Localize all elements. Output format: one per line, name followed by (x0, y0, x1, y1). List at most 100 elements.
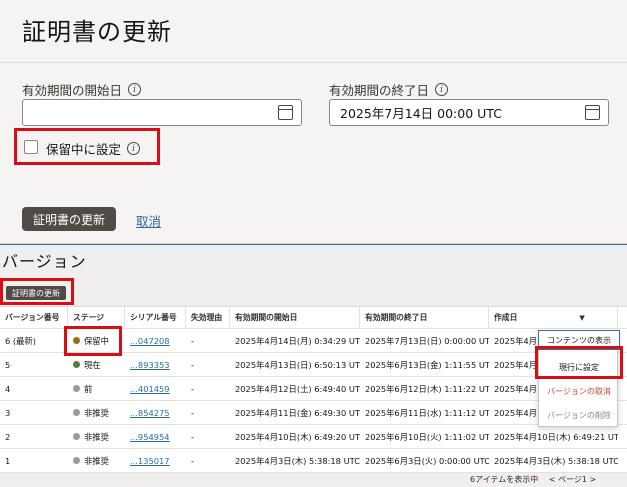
version-number: 6 (最新) (5, 335, 36, 346)
end-date-input[interactable]: 2025年7月14日 00:00 UTC (329, 99, 609, 126)
page-title: 証明書の更新 (22, 18, 172, 46)
start-cell: 2025年4月3日(木) 5:38:18 UTC (235, 455, 360, 466)
section-divider (0, 244, 627, 245)
serial-cell: ...047208 (125, 329, 186, 352)
row-actions-icon[interactable]: ⋮ (618, 377, 627, 400)
version-cell: 4 (5, 383, 11, 394)
table-row[interactable]: 2 非推奨 ...954954 - 2025年4月10日(木) 6:49:20 … (0, 425, 627, 449)
serial-link[interactable]: ...893353 (130, 360, 170, 370)
hold-label: 保留中に設定 i (46, 139, 141, 158)
stage-cell: 前 (68, 377, 125, 400)
table-row[interactable]: 3 非推奨 ...854275 - 2025年4月11日(金) 6:49:30 … (0, 401, 627, 425)
reason-cell: - (191, 431, 194, 442)
serial-cell: ...854275 (125, 401, 186, 424)
table-row[interactable]: 5 現在 ...893353 - 2025年4月13日(日) 6:50:13 U… (0, 353, 627, 377)
column-header-start[interactable]: 有効期間の開始日 (230, 307, 360, 328)
stage-text: 現在 (84, 359, 101, 370)
title-divider (0, 62, 627, 63)
end-cell: 2025年6月3日(火) 0:00:00 UTC (365, 455, 489, 466)
column-header-serial[interactable]: シリアル番号 (125, 307, 186, 328)
serial-cell: ...954954 (125, 425, 186, 448)
hold-checkbox[interactable] (24, 140, 38, 154)
highlight-box (535, 346, 623, 379)
serial-cell: ...135017 (125, 449, 186, 472)
end-cell: 2025年6月12日(木) 1:11:22 UTC (365, 383, 489, 394)
reason-cell: - (191, 383, 194, 394)
created-cell: 2025年4月3日(木) 5:38:18 UTC (494, 455, 618, 466)
status-dot-icon (73, 457, 80, 464)
row-actions-icon[interactable]: ⋮ (618, 425, 627, 448)
end-cell: 2025年7月13日(日) 0:00:00 UTC (365, 335, 489, 346)
start-date-label-text: 有効期間の開始日 (22, 83, 123, 98)
versions-update-button[interactable]: 証明書の更新 (6, 286, 66, 300)
stage-cell: 非推奨 (68, 449, 125, 472)
column-header-reason[interactable]: 失効理由 (186, 307, 230, 328)
highlight-box (64, 326, 122, 356)
end-cell: 2025年6月13日(金) 1:11:55 UTC (365, 359, 489, 370)
serial-link[interactable]: ...047208 (130, 336, 170, 346)
status-dot-icon (73, 385, 80, 392)
calendar-icon[interactable] (278, 105, 293, 120)
hold-label-text: 保留中に設定 (46, 142, 122, 157)
info-icon[interactable]: i (128, 83, 142, 96)
stage-cell: 非推奨 (68, 401, 125, 424)
item-count: 6アイテムを表示中 (470, 475, 539, 484)
sort-down-icon[interactable]: ▼ (579, 314, 584, 322)
serial-link[interactable]: ...135017 (130, 456, 170, 466)
cancel-link[interactable]: 取消 (136, 211, 161, 230)
reason-cell: - (191, 359, 194, 370)
stage-text: 非推奨 (84, 431, 109, 442)
start-cell: 2025年4月10日(木) 6:49:20 UTC (235, 431, 360, 442)
row-actions-icon[interactable]: ⋮ (618, 401, 627, 424)
stage-cell: 非推奨 (68, 425, 125, 448)
update-certificate-button[interactable]: 証明書の更新 (22, 207, 116, 231)
status-dot-icon (73, 409, 80, 416)
end-cell: 2025年6月10日(火) 1:11:02 UTC (365, 431, 489, 442)
table-row[interactable]: 1 非推奨 ...135017 - 2025年4月3日(木) 5:38:18 U… (0, 449, 627, 473)
start-cell: 2025年4月14日(月) 0:34:29 UTC (235, 335, 360, 346)
end-cell: 2025年6月11日(水) 1:11:12 UTC (365, 407, 489, 418)
stage-text: 前 (84, 383, 93, 394)
version-cell: 1 (5, 455, 11, 466)
update-certificate-panel: 証明書の更新 有効期間の開始日 i 有効期間の終了日 i 2025年7月14日 … (0, 0, 627, 244)
stage-text: 非推奨 (84, 407, 109, 418)
start-cell: 2025年4月12日(土) 6:49:40 UTC (235, 383, 360, 394)
end-date-value: 2025年7月14日 00:00 UTC (340, 106, 502, 121)
version-cell: 5 (5, 359, 11, 370)
stage-cell: 現在 (68, 353, 125, 376)
serial-link[interactable]: ...954954 (130, 432, 170, 442)
table-footer: 6アイテムを表示中 < ページ1 > (470, 474, 596, 485)
stage-text: 非推奨 (84, 455, 109, 466)
column-header-created[interactable]: 作成日 ▼ (489, 307, 618, 328)
info-icon[interactable]: i (127, 142, 141, 155)
reason-cell: - (191, 455, 194, 466)
serial-link[interactable]: ...401459 (130, 384, 170, 394)
status-dot-icon (73, 433, 80, 440)
serial-cell: ...401459 (125, 377, 186, 400)
status-dot-icon (73, 361, 80, 368)
serial-link[interactable]: ...854275 (130, 408, 170, 418)
version-cell: 6 (最新) (0, 329, 68, 352)
version-cell: 3 (5, 407, 11, 418)
reason-cell: - (191, 407, 194, 418)
column-header-stage[interactable]: ステージ (68, 307, 125, 328)
menu-item-delete-version[interactable]: バージョンの削除 (539, 403, 619, 427)
menu-item-cancel-version[interactable]: バージョンの取消 (539, 379, 619, 403)
serial-cell: ...893353 (125, 353, 186, 376)
start-cell: 2025年4月13日(日) 6:50:13 UTC (235, 359, 360, 370)
calendar-icon[interactable] (585, 105, 600, 120)
row-actions-icon[interactable]: ⋮ (618, 449, 627, 472)
end-date-label: 有効期間の終了日 i (329, 80, 449, 99)
created-cell: 2025年4月10日(木) 6:49:21 UTC (494, 431, 618, 442)
table-row[interactable]: 4 前 ...401459 - 2025年4月12日(土) 6:49:40 UT… (0, 377, 627, 401)
version-cell: 2 (5, 431, 11, 442)
start-date-label: 有効期間の開始日 i (22, 80, 142, 99)
end-date-label-text: 有効期間の終了日 (329, 83, 430, 98)
column-header-version[interactable]: バージョン番号 (0, 307, 68, 328)
pagination[interactable]: < ページ1 > (549, 475, 596, 484)
versions-title: バージョン (2, 252, 87, 271)
start-date-input[interactable] (22, 99, 302, 126)
column-header-end[interactable]: 有効期間の終了日 (360, 307, 489, 328)
info-icon[interactable]: i (435, 83, 449, 96)
reason-cell: - (191, 335, 194, 346)
